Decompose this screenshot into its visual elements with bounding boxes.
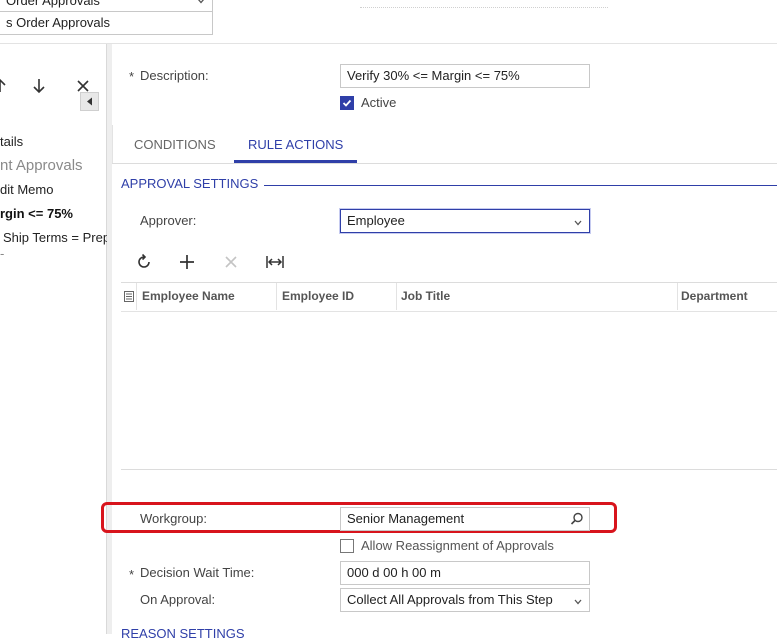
- description-label: Description:: [140, 68, 209, 83]
- column-header-department[interactable]: Department: [675, 283, 777, 310]
- allow-reassignment-label: Allow Reassignment of Approvals: [361, 538, 554, 553]
- workgroup-value: Senior Management: [347, 511, 465, 526]
- check-icon: [342, 99, 352, 107]
- tree-item[interactable]: nt Approvals: [0, 157, 83, 174]
- approval-name-field[interactable]: s Order Approvals: [0, 11, 213, 35]
- move-down-button[interactable]: [30, 76, 48, 96]
- tab-rule-actions[interactable]: RULE ACTIONS: [234, 127, 358, 163]
- arrow-up-icon: [0, 78, 6, 92]
- description-value: Verify 30% <= Margin <= 75%: [347, 68, 520, 83]
- search-icon: [570, 512, 584, 529]
- tree-item[interactable]: -: [0, 246, 4, 261]
- row-selector-column[interactable]: [121, 283, 137, 310]
- tree-item[interactable]: Ship Terms = Prep: [3, 230, 110, 245]
- approval-map-value: Order Approvals: [6, 0, 100, 8]
- tabs-baseline: [112, 163, 777, 164]
- column-header-job-title[interactable]: Job Title: [395, 283, 678, 310]
- top-right-partial-field: [360, 0, 608, 8]
- top-strip: Order Approvals s Order Approvals: [0, 0, 777, 45]
- left-tree-panel: tails nt Approvals dit Memo rgin <= 75% …: [0, 44, 110, 634]
- arrow-down-icon: [33, 79, 45, 94]
- allow-reassignment-checkbox[interactable]: [340, 539, 354, 553]
- chevron-down-icon: [573, 595, 583, 610]
- employees-grid: [121, 282, 777, 470]
- decision-wait-time-input[interactable]: 000 d 00 h 00 m: [340, 561, 590, 585]
- description-input[interactable]: Verify 30% <= Margin <= 75%: [340, 64, 590, 88]
- tab-conditions[interactable]: CONDITIONS: [120, 127, 230, 163]
- on-approval-label: On Approval:: [140, 592, 216, 607]
- workgroup-input[interactable]: Senior Management: [340, 507, 590, 531]
- delete-node-button[interactable]: [74, 76, 92, 96]
- columns-config-icon: [123, 291, 134, 302]
- fit-columns-icon: [266, 256, 284, 268]
- delete-row-button[interactable]: [218, 249, 244, 275]
- active-label: Active: [361, 95, 397, 110]
- tabs-left-border: [112, 125, 113, 163]
- column-header-employee-id[interactable]: Employee ID: [276, 283, 397, 310]
- decision-wait-time-label: Decision Wait Time:: [140, 565, 255, 580]
- delete-icon: [225, 256, 237, 268]
- approval-settings-title: APPROVAL SETTINGS: [121, 176, 259, 191]
- chevron-down-icon: [196, 0, 206, 9]
- section-rule: [264, 185, 777, 186]
- on-approval-select[interactable]: Collect All Approvals from This Step: [340, 588, 590, 612]
- approval-name-value: s Order Approvals: [6, 15, 111, 30]
- tree-item-selected[interactable]: rgin <= 75%: [0, 206, 73, 221]
- chevron-down-icon: [573, 216, 583, 231]
- workgroup-label: Workgroup:: [140, 511, 207, 526]
- fit-columns-button[interactable]: [262, 249, 288, 275]
- active-checkbox[interactable]: [340, 96, 354, 110]
- add-icon: [180, 255, 194, 269]
- triangle-left-icon: [86, 97, 92, 106]
- decision-wait-time-value: 000 d 00 h 00 m: [347, 565, 441, 580]
- close-icon: [77, 80, 89, 92]
- tree-item[interactable]: tails: [0, 134, 23, 149]
- column-header-employee-name[interactable]: Employee Name: [136, 283, 277, 310]
- approver-value: Employee: [347, 213, 405, 228]
- tree-item[interactable]: dit Memo: [0, 182, 53, 197]
- approver-label: Approver:: [140, 213, 197, 228]
- grid-body: [121, 311, 777, 469]
- approver-select[interactable]: Employee: [340, 209, 590, 233]
- required-marker: *: [129, 69, 135, 84]
- move-up-button[interactable]: [0, 76, 8, 96]
- refresh-button[interactable]: [131, 249, 157, 275]
- top-separator: [0, 43, 777, 44]
- on-approval-value: Collect All Approvals from This Step: [347, 592, 553, 607]
- refresh-icon: [138, 253, 150, 268]
- add-row-button[interactable]: [174, 249, 200, 275]
- required-marker: *: [129, 567, 135, 582]
